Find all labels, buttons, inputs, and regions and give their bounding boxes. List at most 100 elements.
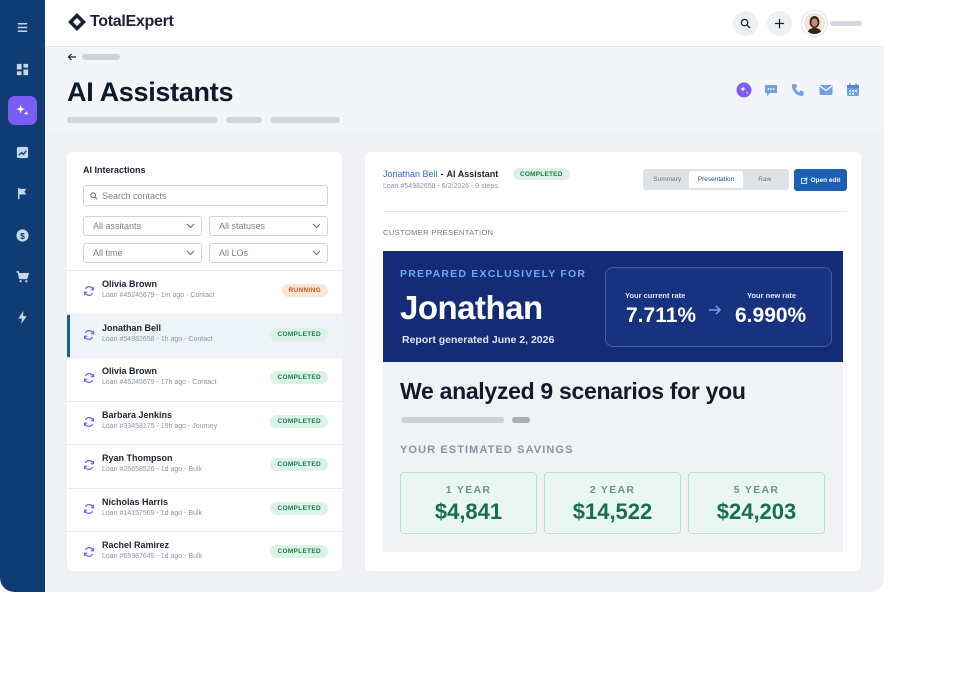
back-link[interactable] bbox=[67, 53, 120, 61]
tab-summary[interactable]: Summary bbox=[645, 171, 689, 188]
savings-card: 1 YEAR $4,841 bbox=[400, 472, 537, 534]
list-item[interactable]: Olivia Brown Loan #45245679 - 1m ago - Co… bbox=[67, 270, 342, 314]
current-rate-value: 7.711% bbox=[626, 304, 697, 327]
refresh-icon bbox=[83, 460, 95, 470]
flag-icon[interactable] bbox=[8, 179, 37, 208]
status-badge: COMPLETED bbox=[270, 327, 328, 341]
contact-link[interactable]: Jonathan Bell bbox=[383, 169, 438, 179]
analysis-heading: We analyzed 9 scenarios for you bbox=[400, 378, 746, 404]
avatar[interactable] bbox=[802, 11, 827, 36]
status-badge: COMPLETED bbox=[270, 371, 328, 384]
time-filter[interactable]: All time bbox=[83, 243, 202, 263]
contact-name: Olivia Brown bbox=[102, 279, 158, 289]
status-badge: COMPLETED bbox=[513, 168, 570, 180]
dollar-icon[interactable]: $ bbox=[8, 221, 37, 250]
calendar-icon[interactable] bbox=[845, 82, 861, 98]
open-edit-button[interactable]: Open edit bbox=[794, 169, 847, 191]
list-item[interactable]: Nicholas Harris Loan #14157569 - 1d ago -… bbox=[67, 487, 342, 532]
status-filter[interactable]: All statuses bbox=[209, 216, 328, 236]
chevron-down-icon bbox=[312, 250, 321, 256]
user-name-placeholder bbox=[830, 21, 862, 26]
refresh-icon bbox=[83, 503, 95, 514]
contact-name: Jonathan Bell bbox=[102, 322, 162, 333]
menu-icon[interactable] bbox=[8, 13, 37, 42]
lo-filter[interactable]: All LOs bbox=[209, 243, 328, 263]
list-item[interactable]: Olivia Brown Loan #45245679 - 17h ago - C… bbox=[67, 357, 342, 401]
list-item[interactable]: Jonathan Bell Loan #54982658 - 1h ago - C… bbox=[67, 313, 342, 357]
chevron-down-icon bbox=[186, 223, 195, 229]
chevron-down-icon bbox=[312, 223, 321, 229]
interaction-meta: Loan #25658526 - 1d ago - Bulk bbox=[102, 466, 203, 473]
page-header: AI Assistants bbox=[45, 47, 884, 129]
interaction-list: Olivia Brown Loan #45245679 - 1m ago - Co… bbox=[67, 270, 342, 575]
edit-icon bbox=[800, 176, 808, 184]
subtitle-placeholder bbox=[67, 117, 218, 123]
refresh-icon bbox=[83, 416, 95, 427]
section-label: CUSTOMER PRESENTATION bbox=[383, 228, 494, 237]
cart-icon[interactable] bbox=[8, 262, 37, 291]
assistant-filter[interactable]: All assitants bbox=[83, 216, 202, 236]
savings-amount: $24,203 bbox=[716, 499, 797, 524]
savings-label: YOUR ESTIMATED SAVINGS bbox=[400, 444, 574, 456]
open-edit-label: Open edit bbox=[810, 176, 841, 184]
prepared-label: PREPARED EXCLUSIVELY FOR bbox=[400, 268, 587, 280]
time-filter-value: All time bbox=[93, 248, 123, 258]
savings-period: 5 YEAR bbox=[733, 484, 780, 496]
refresh-icon bbox=[83, 286, 95, 296]
contact-name: Barbara Jenkins bbox=[102, 409, 173, 420]
interactions-title: AI Interactions bbox=[83, 165, 146, 175]
chat-icon[interactable] bbox=[763, 82, 779, 98]
nav-rail: $ bbox=[0, 0, 45, 592]
logo: TotalExpert bbox=[67, 12, 174, 32]
dashboard-icon[interactable] bbox=[8, 55, 37, 84]
title-separator: - bbox=[440, 169, 444, 179]
logo-text: TotalExpert bbox=[90, 13, 174, 30]
customer-first-name: Jonathan bbox=[400, 289, 543, 326]
refresh-icon bbox=[83, 329, 95, 340]
search-input[interactable] bbox=[102, 190, 302, 201]
top-bar: TotalExpert bbox=[45, 0, 884, 47]
status-badge: RUNNING bbox=[281, 284, 328, 297]
contact-name: Rachel Ramirez bbox=[102, 540, 170, 550]
interaction-meta: Loan #45245679 - 17h ago - Contact bbox=[102, 379, 217, 386]
savings-period: 1 YEAR bbox=[445, 484, 492, 496]
bolt-icon[interactable] bbox=[8, 303, 37, 332]
savings-period: 2 YEAR bbox=[589, 484, 636, 496]
phone-icon[interactable] bbox=[790, 82, 806, 98]
search-icon bbox=[740, 18, 751, 29]
subtitle-placeholder bbox=[226, 117, 262, 123]
new-rate-label: Your new rate bbox=[747, 291, 797, 300]
plus-icon bbox=[774, 18, 785, 29]
arrow-left-icon bbox=[67, 53, 76, 61]
tab-presentation[interactable]: Presentation bbox=[689, 171, 743, 188]
status-badge: COMPLETED bbox=[270, 545, 328, 558]
chevron-down-icon bbox=[186, 250, 195, 256]
status-badge: COMPLETED bbox=[270, 414, 328, 428]
tab-raw[interactable]: Raw bbox=[743, 171, 787, 188]
mail-icon[interactable] bbox=[818, 82, 834, 98]
analytics-icon[interactable] bbox=[8, 138, 37, 167]
breadcrumb-placeholder bbox=[82, 54, 120, 60]
ai-assistant-icon[interactable] bbox=[736, 82, 752, 98]
ai-sparkle-icon[interactable] bbox=[8, 96, 37, 125]
interaction-meta: Loan #33458175 - 19h ago - Journey bbox=[102, 422, 218, 430]
list-item[interactable]: Ryan Thompson Loan #25658526 - 1d ago - B… bbox=[67, 444, 342, 488]
assistant-name: AI Assistant bbox=[446, 169, 499, 179]
search-icon bbox=[90, 191, 98, 200]
contact-name: Ryan Thompson bbox=[102, 453, 173, 463]
presentation-hero: PREPARED EXCLUSIVELY FOR Jonathan Report… bbox=[383, 251, 843, 362]
list-item[interactable]: Barbara Jenkins Loan #33458175 - 19h ago … bbox=[67, 400, 342, 445]
contact-name: Nicholas Harris bbox=[102, 496, 169, 507]
interactions-panel: AI Interactions All assitants All status… bbox=[67, 152, 342, 571]
add-button[interactable] bbox=[767, 11, 792, 36]
search-field[interactable] bbox=[83, 185, 328, 206]
search-button[interactable] bbox=[733, 11, 758, 36]
page-title: AI Assistants bbox=[67, 77, 234, 107]
list-item[interactable]: Rachel Ramirez Loan #65987645 - 1d ago - … bbox=[67, 531, 342, 575]
status-filter-value: All statuses bbox=[219, 221, 266, 231]
report-generated: Report generated June 2, 2026 bbox=[402, 334, 555, 346]
text-placeholder bbox=[512, 417, 530, 423]
assistant-filter-value: All assitants bbox=[93, 221, 142, 231]
refresh-icon bbox=[83, 547, 95, 557]
view-tabs: Summary Presentation Raw bbox=[643, 169, 789, 190]
